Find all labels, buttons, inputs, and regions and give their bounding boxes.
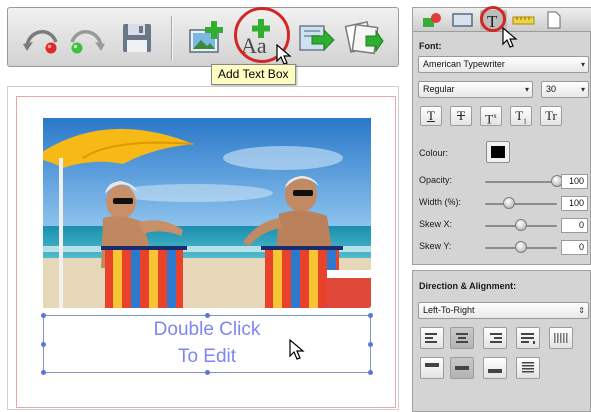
opacity-slider[interactable] [485,181,557,183]
mouse-pointer-icon [289,339,305,360]
superscript-button[interactable]: Tx [480,106,502,126]
valign-middle-button[interactable] [450,357,474,379]
redo-arrow-icon [70,30,105,54]
export-arrow-icon [344,21,384,55]
justify-icon [521,333,535,344]
redo-button[interactable] [66,16,108,58]
opacity-value-field[interactable]: 100 [561,174,588,189]
resize-handle[interactable] [41,370,46,375]
font-family-select[interactable]: American Typewriter ▾ [418,56,589,73]
text-box[interactable]: Double Click To Edit [41,313,373,375]
undo-arrow-icon [23,30,58,54]
resize-handle[interactable] [368,342,373,347]
text-direction-value: Left-To-Right [423,305,475,315]
width-slider-knob[interactable] [502,197,515,209]
strikethrough-button[interactable]: T [450,106,472,126]
align-right-button[interactable] [483,327,507,349]
resize-handle[interactable] [41,313,46,318]
document-tab[interactable] [540,10,567,30]
colour-well-fill [491,146,505,158]
frame-icon [452,13,473,27]
import-arrow-icon [299,25,335,52]
align-right-icon [490,333,502,343]
direction-title: Direction & Alignment: [419,281,517,291]
valign-middle-icon [455,366,469,370]
floppy-disk-icon [123,24,151,52]
valign-top-icon [425,363,439,367]
align-center-button[interactable] [450,327,474,349]
colour-well[interactable] [486,141,510,163]
chevron-down-icon: ▾ [580,60,585,69]
valign-justify-button[interactable] [516,357,540,379]
width-label: Width (%): [419,197,462,207]
beach-photo-image [43,118,371,308]
colour-label: Colour: [419,148,449,158]
shapes-icon [423,13,441,27]
valign-bottom-icon [488,369,502,373]
font-style-value: Regular [423,84,455,94]
justify-all-icon [554,333,568,343]
small-caps-button[interactable]: Tr [540,106,562,126]
font-label: Font: [419,41,442,51]
font-size-select[interactable]: 30 ▾ [541,81,589,98]
font-family-value: American Typewriter [423,59,505,69]
opacity-label: Opacity: [419,175,453,185]
chevron-down-icon: ▾ [524,85,529,94]
chevron-up-down-icon: ⇕ [578,306,585,315]
import-button[interactable] [294,16,336,58]
document-icon [547,11,561,29]
add-image-icon [189,21,223,53]
text-box-line-1: Double Click [153,319,261,340]
font-style-select[interactable]: Regular ▾ [418,81,533,98]
resize-handle[interactable] [205,313,210,318]
skew-y-slider-knob[interactable] [515,241,527,253]
skew-x-value-field[interactable]: 0 [561,218,588,233]
add-image-button[interactable] [186,16,228,58]
export-button[interactable] [342,16,384,58]
undo-button[interactable] [20,16,62,58]
shape-tab[interactable] [419,10,446,30]
add-text-box-tooltip: Add Text Box [211,64,296,85]
skew-x-slider-knob[interactable] [515,219,527,231]
valign-justify-icon [522,362,534,373]
toolbar-separator [171,16,172,60]
underline-button[interactable]: T [420,106,442,126]
save-button[interactable] [116,16,158,58]
justify-all-button[interactable] [549,327,573,349]
resize-handle[interactable] [205,370,210,375]
resize-handle[interactable] [41,342,46,347]
mouse-pointer-icon [276,44,292,65]
valign-top-button[interactable] [420,357,444,379]
direction-alignment-panel: Direction & Alignment: Left-To-Right ⇕ [412,270,591,412]
text-box-line-2: To Edit [177,346,237,367]
justify-button[interactable] [516,327,540,349]
subscript-button[interactable]: T1 [510,106,532,126]
align-left-icon [425,333,437,343]
width-value-field[interactable]: 100 [561,196,588,211]
valign-bottom-button[interactable] [483,357,507,379]
skew-y-label: Skew Y: [419,241,452,251]
beach-photo[interactable] [43,118,371,308]
chevron-down-icon: ▾ [580,85,585,94]
resize-handle[interactable] [368,370,373,375]
skew-y-value-field[interactable]: 0 [561,240,588,255]
align-center-icon [456,333,468,343]
resize-handle[interactable] [368,313,373,318]
font-size-value: 30 [546,84,557,94]
frame-tab[interactable] [449,10,476,30]
skew-x-label: Skew X: [419,219,453,229]
app-window: Aa Add Text Box Double Click To Edit T F… [0,0,591,412]
align-left-button[interactable] [420,327,444,349]
main-toolbar: Aa [7,7,399,67]
mouse-pointer-icon [502,27,518,48]
width-slider[interactable] [485,203,557,205]
text-direction-select[interactable]: Left-To-Right ⇕ [418,302,589,319]
